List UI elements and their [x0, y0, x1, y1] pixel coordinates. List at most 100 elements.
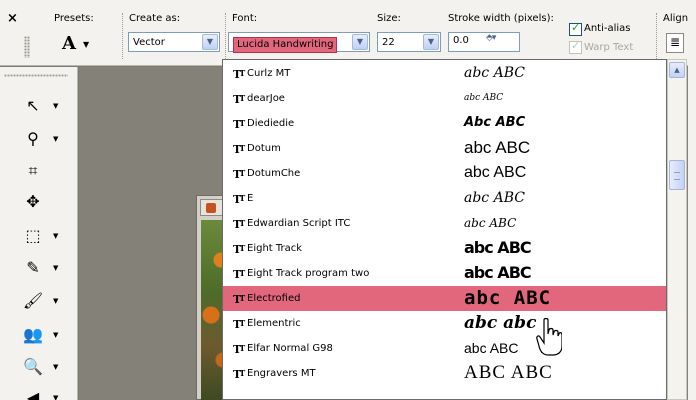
- font-name: Edwardian Script ITC: [247, 218, 351, 229]
- crop-tool-icon[interactable]: ⌗: [20, 160, 46, 182]
- font-name: Eight Track: [247, 243, 303, 254]
- toolbar-separator: [656, 13, 657, 59]
- font-name: Engravers MT: [247, 368, 316, 379]
- anti-alias-label: Anti-alias: [584, 23, 631, 34]
- font-preview-sample: Abc ABC: [464, 115, 526, 130]
- warp-text-checkbox: ✓: [569, 39, 582, 54]
- truetype-font-icon: TT: [233, 368, 245, 381]
- font-list-item[interactable]: TT Eight Track abc ABC: [223, 236, 666, 261]
- pointer-tool-icon[interactable]: ↖: [20, 95, 46, 117]
- font-value: Lucida Handwriting: [233, 37, 338, 53]
- eraser-tool-icon[interactable]: ◀: [20, 387, 46, 400]
- create-as-dropdown[interactable]: Vector ▼: [128, 32, 220, 52]
- font-list-item[interactable]: TT Dotum abc ABC: [223, 136, 666, 161]
- font-name: dearJoe: [247, 93, 285, 104]
- text-tool-options-bar: × Presets: A ▼ Create as: Vector ▼ Font:…: [0, 0, 696, 66]
- font-list-item[interactable]: TT Curlz MT abc ABC: [223, 61, 666, 86]
- scroll-up-icon[interactable]: ▲: [669, 62, 685, 78]
- zoom-pan-tool-icon[interactable]: ⚲: [20, 128, 46, 150]
- font-list-item[interactable]: TT DotumChe abc ABC: [223, 161, 666, 186]
- font-dropdown[interactable]: Lucida Handwriting ▼: [228, 32, 370, 53]
- align-left-icon: ≣: [669, 35, 681, 49]
- font-list-scrollbar[interactable]: ▲: [667, 59, 687, 400]
- font-list-item[interactable]: TT dearJoe abc ABC: [223, 86, 666, 111]
- font-preview-sample: abc ABC: [464, 287, 552, 309]
- toolbar-separator: [225, 13, 226, 59]
- truetype-font-icon: TT: [233, 218, 245, 231]
- font-list-item[interactable]: TT Elementric abc abc: [223, 311, 666, 336]
- font-preview-sample: abc ABC: [464, 138, 531, 157]
- hand-pointer-icon: [536, 318, 562, 356]
- truetype-font-icon: TT: [233, 318, 245, 331]
- truetype-font-icon: TT: [233, 118, 245, 131]
- font-preview-sample: ABC ABC: [464, 362, 553, 383]
- chevron-down-icon[interactable]: ▼: [202, 34, 218, 50]
- checkmark-icon: ✓: [571, 21, 581, 34]
- font-list-item[interactable]: TT Eight Track program two abc ABC: [223, 261, 666, 286]
- toolbar-grip[interactable]: [24, 36, 30, 58]
- move-tool-icon[interactable]: ✥: [20, 191, 46, 213]
- chevron-down-icon[interactable]: ▼: [423, 34, 439, 50]
- font-preview-sample: abc ABC: [464, 164, 527, 181]
- font-list-item[interactable]: TT Elfar Normal G98 abc ABC: [223, 336, 666, 361]
- font-name: Elementric: [247, 318, 301, 329]
- stroke-width-value: 0.0: [453, 35, 469, 46]
- warp-text-label: Warp Text: [584, 42, 634, 53]
- dropper-tool-icon[interactable]: ✎: [20, 257, 46, 279]
- size-dropdown[interactable]: 22 ▼: [377, 32, 441, 52]
- tool-flyout-caret-icon[interactable]: ▼: [53, 135, 58, 143]
- truetype-font-icon: TT: [233, 168, 245, 181]
- clone-brush-tool-icon[interactable]: 👥: [20, 324, 46, 346]
- truetype-font-icon: TT: [233, 193, 245, 206]
- presets-button[interactable]: A: [62, 33, 76, 54]
- tool-flyout-caret-icon[interactable]: ▼: [53, 363, 58, 371]
- scrollbar-thumb[interactable]: [669, 160, 685, 190]
- close-icon[interactable]: ×: [7, 11, 18, 26]
- align-label: Align: [663, 13, 689, 24]
- font-preview-sample: abc ABC: [464, 93, 504, 103]
- tool-flyout-caret-icon[interactable]: ▼: [53, 331, 58, 339]
- zoom-tool-icon[interactable]: 🔍: [20, 356, 46, 378]
- stroke-width-spinner-icon[interactable]: ⬘▾: [486, 33, 514, 49]
- tool-flyout-caret-icon[interactable]: ▼: [53, 297, 58, 305]
- right-panel-edge: [688, 59, 696, 400]
- font-preview-sample: abc abc: [464, 313, 537, 333]
- font-name: Curlz MT: [247, 68, 291, 79]
- font-preview-sample: abc ABC: [464, 190, 525, 206]
- font-preview-sample: abc ABC: [464, 216, 517, 230]
- panel-grip[interactable]: [4, 74, 68, 77]
- font-preview-sample: abc ABC: [464, 65, 525, 81]
- font-name: E: [247, 193, 254, 204]
- truetype-font-icon: TT: [233, 268, 245, 281]
- tool-flyout-caret-icon[interactable]: ▼: [53, 102, 58, 110]
- tool-flyout-caret-icon[interactable]: ▼: [53, 264, 58, 272]
- truetype-font-icon: TT: [233, 293, 245, 306]
- size-value: 22: [382, 37, 395, 48]
- chevron-down-icon[interactable]: ▼: [352, 34, 368, 50]
- truetype-font-icon: TT: [233, 143, 245, 156]
- presets-dropdown-icon[interactable]: ▼: [83, 40, 89, 49]
- font-list-item[interactable]: TT Engravers MT ABC ABC: [223, 361, 666, 386]
- tools-panel: ↖ ▼ ⚲ ▼ ⌗ ✥ ⬚ ▼ ✎ ▼ 🖌 ▼ 👥 ▼ 🔍 ▼ ◀ ▼: [0, 67, 78, 400]
- anti-alias-checkbox[interactable]: ✓: [569, 21, 582, 36]
- font-name: Electrofied: [247, 293, 301, 304]
- font-list-item[interactable]: TT Electrofied abc ABC: [223, 286, 666, 311]
- font-preview-sample: abc ABC: [464, 238, 532, 257]
- selection-tool-icon[interactable]: ⬚: [20, 225, 46, 247]
- font-list-item[interactable]: TT Diediedie Abc ABC: [223, 111, 666, 136]
- tool-flyout-caret-icon[interactable]: ▼: [53, 394, 58, 400]
- font-preview-sample: abc ABC: [464, 263, 532, 282]
- font-name: DotumChe: [247, 168, 301, 179]
- align-left-button[interactable]: ≣: [666, 33, 684, 53]
- font-list-item[interactable]: TT Edwardian Script ITC abc ABC: [223, 211, 666, 236]
- font-list-item[interactable]: TT Eabc ABC: [223, 186, 666, 211]
- truetype-font-icon: TT: [233, 68, 245, 81]
- paint-brush-tool-icon[interactable]: 🖌: [20, 290, 46, 312]
- toolbar-separator: [122, 13, 123, 59]
- font-name: Dotum: [247, 143, 281, 154]
- image-icon: [206, 203, 216, 213]
- font-name: Diediedie: [247, 118, 295, 129]
- stroke-width-label: Stroke width (pixels):: [448, 13, 554, 24]
- create-as-value: Vector: [133, 37, 165, 48]
- tool-flyout-caret-icon[interactable]: ▼: [53, 232, 58, 240]
